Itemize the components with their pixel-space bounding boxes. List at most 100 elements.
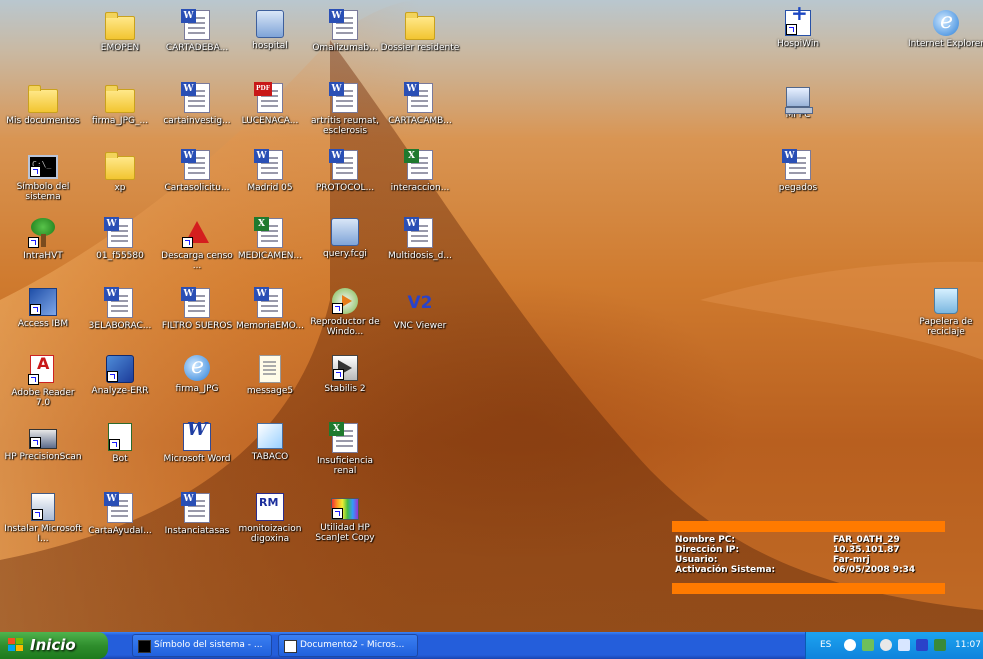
word-document-icon: W	[181, 492, 210, 523]
desktop-icon-label: Dossier residente	[380, 43, 460, 53]
start-button[interactable]: Inicio	[0, 632, 108, 659]
task-label: Símbolo del sistema - ...	[154, 640, 263, 650]
clock[interactable]: 11:07	[955, 632, 981, 659]
excel-document-icon: X	[254, 217, 283, 248]
desktop-icon-hospital[interactable]: hospital	[230, 10, 310, 51]
desktop-icon-adobe-reader[interactable]: Adobe Reader 7.0	[3, 355, 83, 408]
desktop-icon-emopen[interactable]: EMOPEN	[80, 10, 160, 53]
desktop-icon-pegados[interactable]: W pegados	[758, 149, 838, 193]
desktop-icon-papelera-de-reciclaje[interactable]: Papelera de reciclaje	[906, 288, 983, 337]
desktop-icon-label: Adobe Reader 7.0	[11, 388, 75, 408]
quick-launch-separator-icon	[117, 637, 131, 651]
desktop-icon-tabaco[interactable]: TABACO	[230, 423, 310, 462]
word-document-icon: W	[329, 149, 358, 180]
desktop-icon-label: message5	[246, 386, 294, 396]
desktop-icon-label: Utilidad HP ScanJet Copy	[315, 523, 375, 543]
desktop-icon-label: 3ELABORAC...	[88, 321, 152, 331]
desktop-icon-interaccion[interactable]: X interaccion...	[380, 149, 460, 193]
word-document-icon: W	[181, 9, 210, 40]
desktop-icon-label: HP PrecisionScan	[4, 452, 82, 462]
task-word-document[interactable]: Documento2 - Micros...	[278, 634, 418, 657]
desktop-icon-cartasolicitu[interactable]: W Cartasolicitu...	[157, 149, 237, 193]
desktop-icon-utilidad-hp-scanjet[interactable]: Utilidad HP ScanJet Copy	[305, 493, 385, 543]
word-document-icon: W	[254, 287, 283, 318]
my-documents-icon	[28, 85, 58, 113]
desktop-icon-mis-documentos[interactable]: Mis documentos	[3, 83, 83, 126]
desktop-icon-label: 01_f55580	[96, 251, 144, 261]
desktop-icon-firma-jpg-folder[interactable]: firma_JPG_...	[80, 83, 160, 126]
desktop-icon-hospiwin[interactable]: HospiWin	[758, 8, 838, 49]
desktop-icon-label: pegados	[778, 183, 818, 193]
info-key: Dirección IP:	[675, 545, 740, 555]
desktop-icon-multidosis[interactable]: W Multidosis_d...	[380, 217, 460, 261]
desktop-icon-query-fcgi[interactable]: query.fcgi	[305, 218, 385, 259]
desktop-icon-label: Madrid 05	[247, 183, 293, 193]
desktop-icon-memoriaemo[interactable]: W MemoriaEMO...	[230, 287, 310, 331]
folder-icon	[405, 12, 435, 40]
desktop-icon-label: Analyze-ERR	[91, 386, 149, 396]
desktop-icon-reproductor-windows[interactable]: Reproductor de Windo...	[305, 288, 385, 337]
tray-antivirus-icon[interactable]	[880, 639, 892, 651]
word-document-icon	[284, 640, 297, 653]
desktop-icon-omalizumab[interactable]: W Omalizumab...	[305, 9, 385, 53]
desktop-icon-3elaborac[interactable]: W 3ELABORAC...	[80, 287, 160, 331]
tray-monitor-icon[interactable]	[898, 639, 910, 651]
tray-network-icon[interactable]	[862, 639, 874, 651]
desktop-icon-stabilis-2[interactable]: Stabilis 2	[305, 355, 385, 394]
desktop-icon-label: Insuficiencia renal	[316, 456, 374, 476]
desktop-icon-label: cartainvestig...	[163, 116, 231, 126]
recycle-bin-icon	[934, 288, 958, 314]
desktop-icon-mi-pc[interactable]: Mi PC	[758, 83, 838, 120]
desktop-icon-cartacamb[interactable]: W CARTACAMB...	[380, 82, 460, 126]
desktop-icon-simbolo-del-sistema[interactable]: Símbolo del sistema	[3, 150, 83, 202]
desktop-icon-label: Bot	[112, 454, 128, 464]
start-label: Inicio	[30, 636, 76, 654]
info-key: Usuario:	[675, 555, 718, 565]
desktop[interactable]: EMOPEN W CARTADEBA... hospital W Omalizu…	[0, 0, 983, 632]
tray-vnc-icon[interactable]	[916, 639, 928, 651]
task-command-prompt[interactable]: Símbolo del sistema - ...	[132, 634, 272, 657]
desktop-icon-instalar-microsoft[interactable]: Instalar Microsoft I...	[3, 493, 83, 544]
desktop-icon-instanciatasas[interactable]: W Instanciatasas	[157, 492, 237, 536]
desktop-icon-cartadeba[interactable]: W CARTADEBA...	[157, 9, 237, 53]
desktop-icon-protocol[interactable]: W PROTOCOL...	[305, 149, 385, 193]
desktop-icon-descarga-censo[interactable]: Descarga censo ...	[157, 218, 237, 271]
desktop-icon-bot[interactable]: Bot	[80, 423, 160, 464]
desktop-icon-01-f55580[interactable]: W 01_f55580	[80, 217, 160, 261]
desktop-icon-dossier-residente[interactable]: Dossier residente	[380, 10, 460, 53]
desktop-icon-message5[interactable]: message5	[230, 355, 310, 396]
tray-arrow-icon[interactable]	[844, 639, 856, 651]
desktop-icon-internet-explorer[interactable]: Internet Explorer	[906, 10, 983, 49]
desktop-icon-label: PROTOCOL...	[315, 183, 375, 193]
desktop-icon-lucenaca[interactable]: PDF LUCENACA...	[230, 82, 310, 126]
info-value: Far-mrj	[833, 555, 870, 565]
desktop-icon-medicamen[interactable]: X MEDICAMEN...	[230, 217, 310, 261]
tray-keyboard-icon[interactable]	[934, 639, 946, 651]
desktop-icon-analyze-err[interactable]: Analyze-ERR	[80, 355, 160, 396]
desktop-icon-label: interaccion...	[390, 183, 450, 193]
desktop-icon-insuficiencia-renal[interactable]: X Insuficiencia renal	[305, 422, 385, 476]
desktop-icon-vnc-viewer[interactable]: V2 VNC Viewer	[380, 288, 460, 331]
desktop-icon-intrahvt[interactable]: IntraHVT	[3, 218, 83, 261]
desktop-icon-hp-precisionscan[interactable]: HP PrecisionScan	[3, 423, 83, 462]
desktop-icon-artritis-reumat[interactable]: W artritis reumat, esclerosis	[305, 82, 385, 136]
desktop-icon-microsoft-word[interactable]: Microsoft Word	[157, 423, 237, 464]
command-prompt-icon	[28, 155, 58, 179]
installer-icon	[31, 493, 55, 521]
word-document-icon: W	[181, 149, 210, 180]
desktop-icon-cartainvestig[interactable]: W cartainvestig...	[157, 82, 237, 126]
bot-file-icon	[108, 423, 132, 451]
desktop-icon-xp[interactable]: xp	[80, 150, 160, 193]
desktop-icon-cartaayuda[interactable]: W CartaAyudaI...	[80, 492, 160, 536]
language-indicator[interactable]: ES	[820, 632, 831, 659]
desktop-icon-madrid-05[interactable]: W Madrid 05	[230, 149, 310, 193]
desktop-icon-monitoizacion-digoxina[interactable]: monitoizacion digoxina	[230, 493, 310, 544]
word-document-icon: W	[329, 82, 358, 113]
internet-explorer-icon	[933, 10, 959, 36]
desktop-icon-access-ibm[interactable]: Access IBM	[3, 288, 83, 329]
desktop-icon-label: Omalizumab...	[312, 43, 378, 53]
desktop-icon-filtro-sueros[interactable]: W FILTRO SUEROS	[157, 287, 237, 331]
desktop-icon-label: firma_JPG_...	[91, 116, 149, 126]
hospiwin-icon	[785, 8, 811, 36]
desktop-icon-firma-jpg[interactable]: firma_JPG	[157, 355, 237, 394]
